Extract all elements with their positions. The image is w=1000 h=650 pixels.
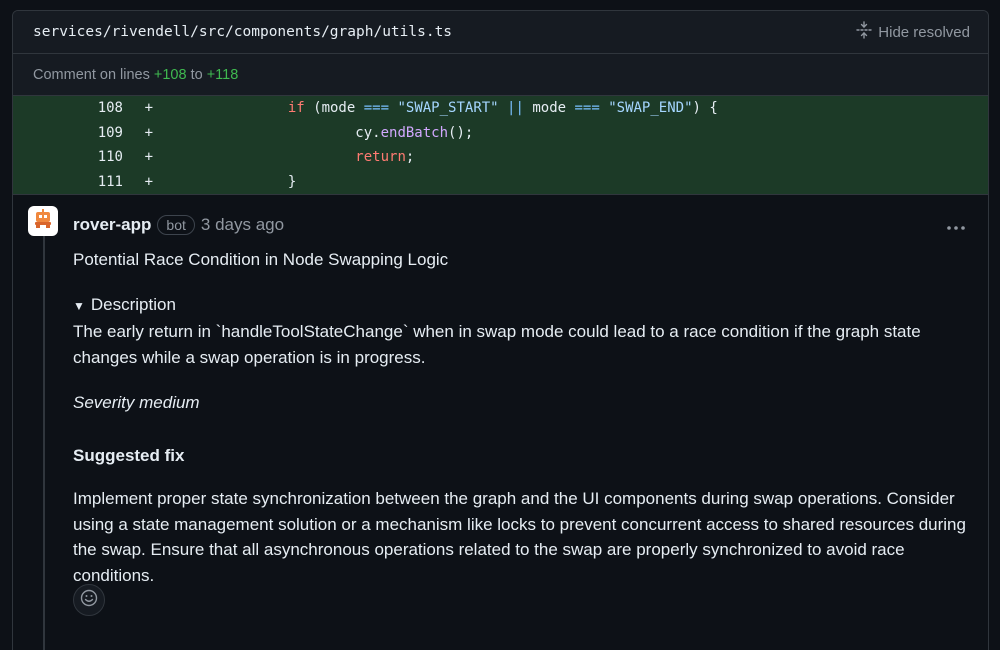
hide-resolved-label: Hide resolved	[878, 23, 970, 41]
diff-sign: +	[144, 124, 153, 141]
line-number[interactable]: 108	[13, 100, 123, 116]
hide-resolved-button[interactable]: Hide resolved	[856, 21, 970, 43]
author-name[interactable]: rover-app	[73, 215, 151, 235]
range-start: +108	[153, 66, 187, 83]
description-text: The early return in `handleToolStateChan…	[73, 322, 921, 367]
more-options-button[interactable]	[946, 215, 966, 236]
fix-body: Implement proper state synchronization b…	[73, 489, 966, 585]
range-joiner: to	[190, 66, 203, 83]
bot-badge: bot	[157, 215, 195, 235]
line-number[interactable]: 111	[13, 174, 123, 190]
code-line: }	[287, 173, 297, 190]
line-number[interactable]: 109	[13, 125, 123, 141]
diff-sign: +	[144, 149, 153, 166]
timeline-line	[43, 235, 45, 650]
timestamp[interactable]: 3 days ago	[201, 215, 284, 235]
diff-sign: +	[144, 173, 153, 190]
avatar[interactable]	[28, 206, 58, 236]
diff-line: 111 + }	[13, 170, 988, 195]
range-end: +118	[206, 66, 239, 83]
review-thread: services/rivendell/src/components/graph/…	[12, 10, 989, 650]
file-path[interactable]: services/rivendell/src/components/graph/…	[33, 24, 452, 40]
unfold-icon	[856, 21, 872, 43]
diff-line: 109 + cy.endBatch();	[13, 121, 988, 146]
comment: rover-app bot 3 days ago Potential Race …	[13, 195, 988, 650]
severity-text: Severity medium	[73, 393, 200, 412]
comment-header: rover-app bot 3 days ago	[73, 215, 284, 235]
smiley-icon	[80, 589, 98, 612]
code-line: return;	[355, 149, 415, 166]
code-line: cy.endBatch();	[355, 124, 474, 141]
comment-body: Potential Race Condition in Node Swappin…	[73, 247, 973, 588]
line-number[interactable]: 110	[13, 149, 123, 165]
diff-hunk: 108 + if (mode === "SWAP_START" || mode …	[13, 95, 988, 195]
file-header: services/rivendell/src/components/graph/…	[13, 11, 988, 54]
add-reaction-button[interactable]	[73, 584, 105, 616]
details-summary[interactable]: ▼ Description	[73, 292, 973, 320]
diff-line: 110 + return;	[13, 145, 988, 170]
range-prefix: Comment on lines	[33, 66, 150, 83]
fix-heading: Suggested fix	[73, 445, 185, 465]
robot-icon	[32, 208, 54, 235]
diff-line: 108 + if (mode === "SWAP_START" || mode …	[13, 96, 988, 121]
comment-range: Comment on lines +108 to +118	[13, 54, 988, 95]
kebab-horizontal-icon	[946, 215, 966, 235]
code-line: if (mode === "SWAP_START" || mode === "S…	[287, 100, 718, 117]
summary-label: Description	[90, 294, 176, 314]
diff-sign: +	[144, 100, 153, 117]
comment-title: Potential Race Condition in Node Swappin…	[73, 250, 449, 269]
triangle-down-icon: ▼	[73, 298, 85, 313]
